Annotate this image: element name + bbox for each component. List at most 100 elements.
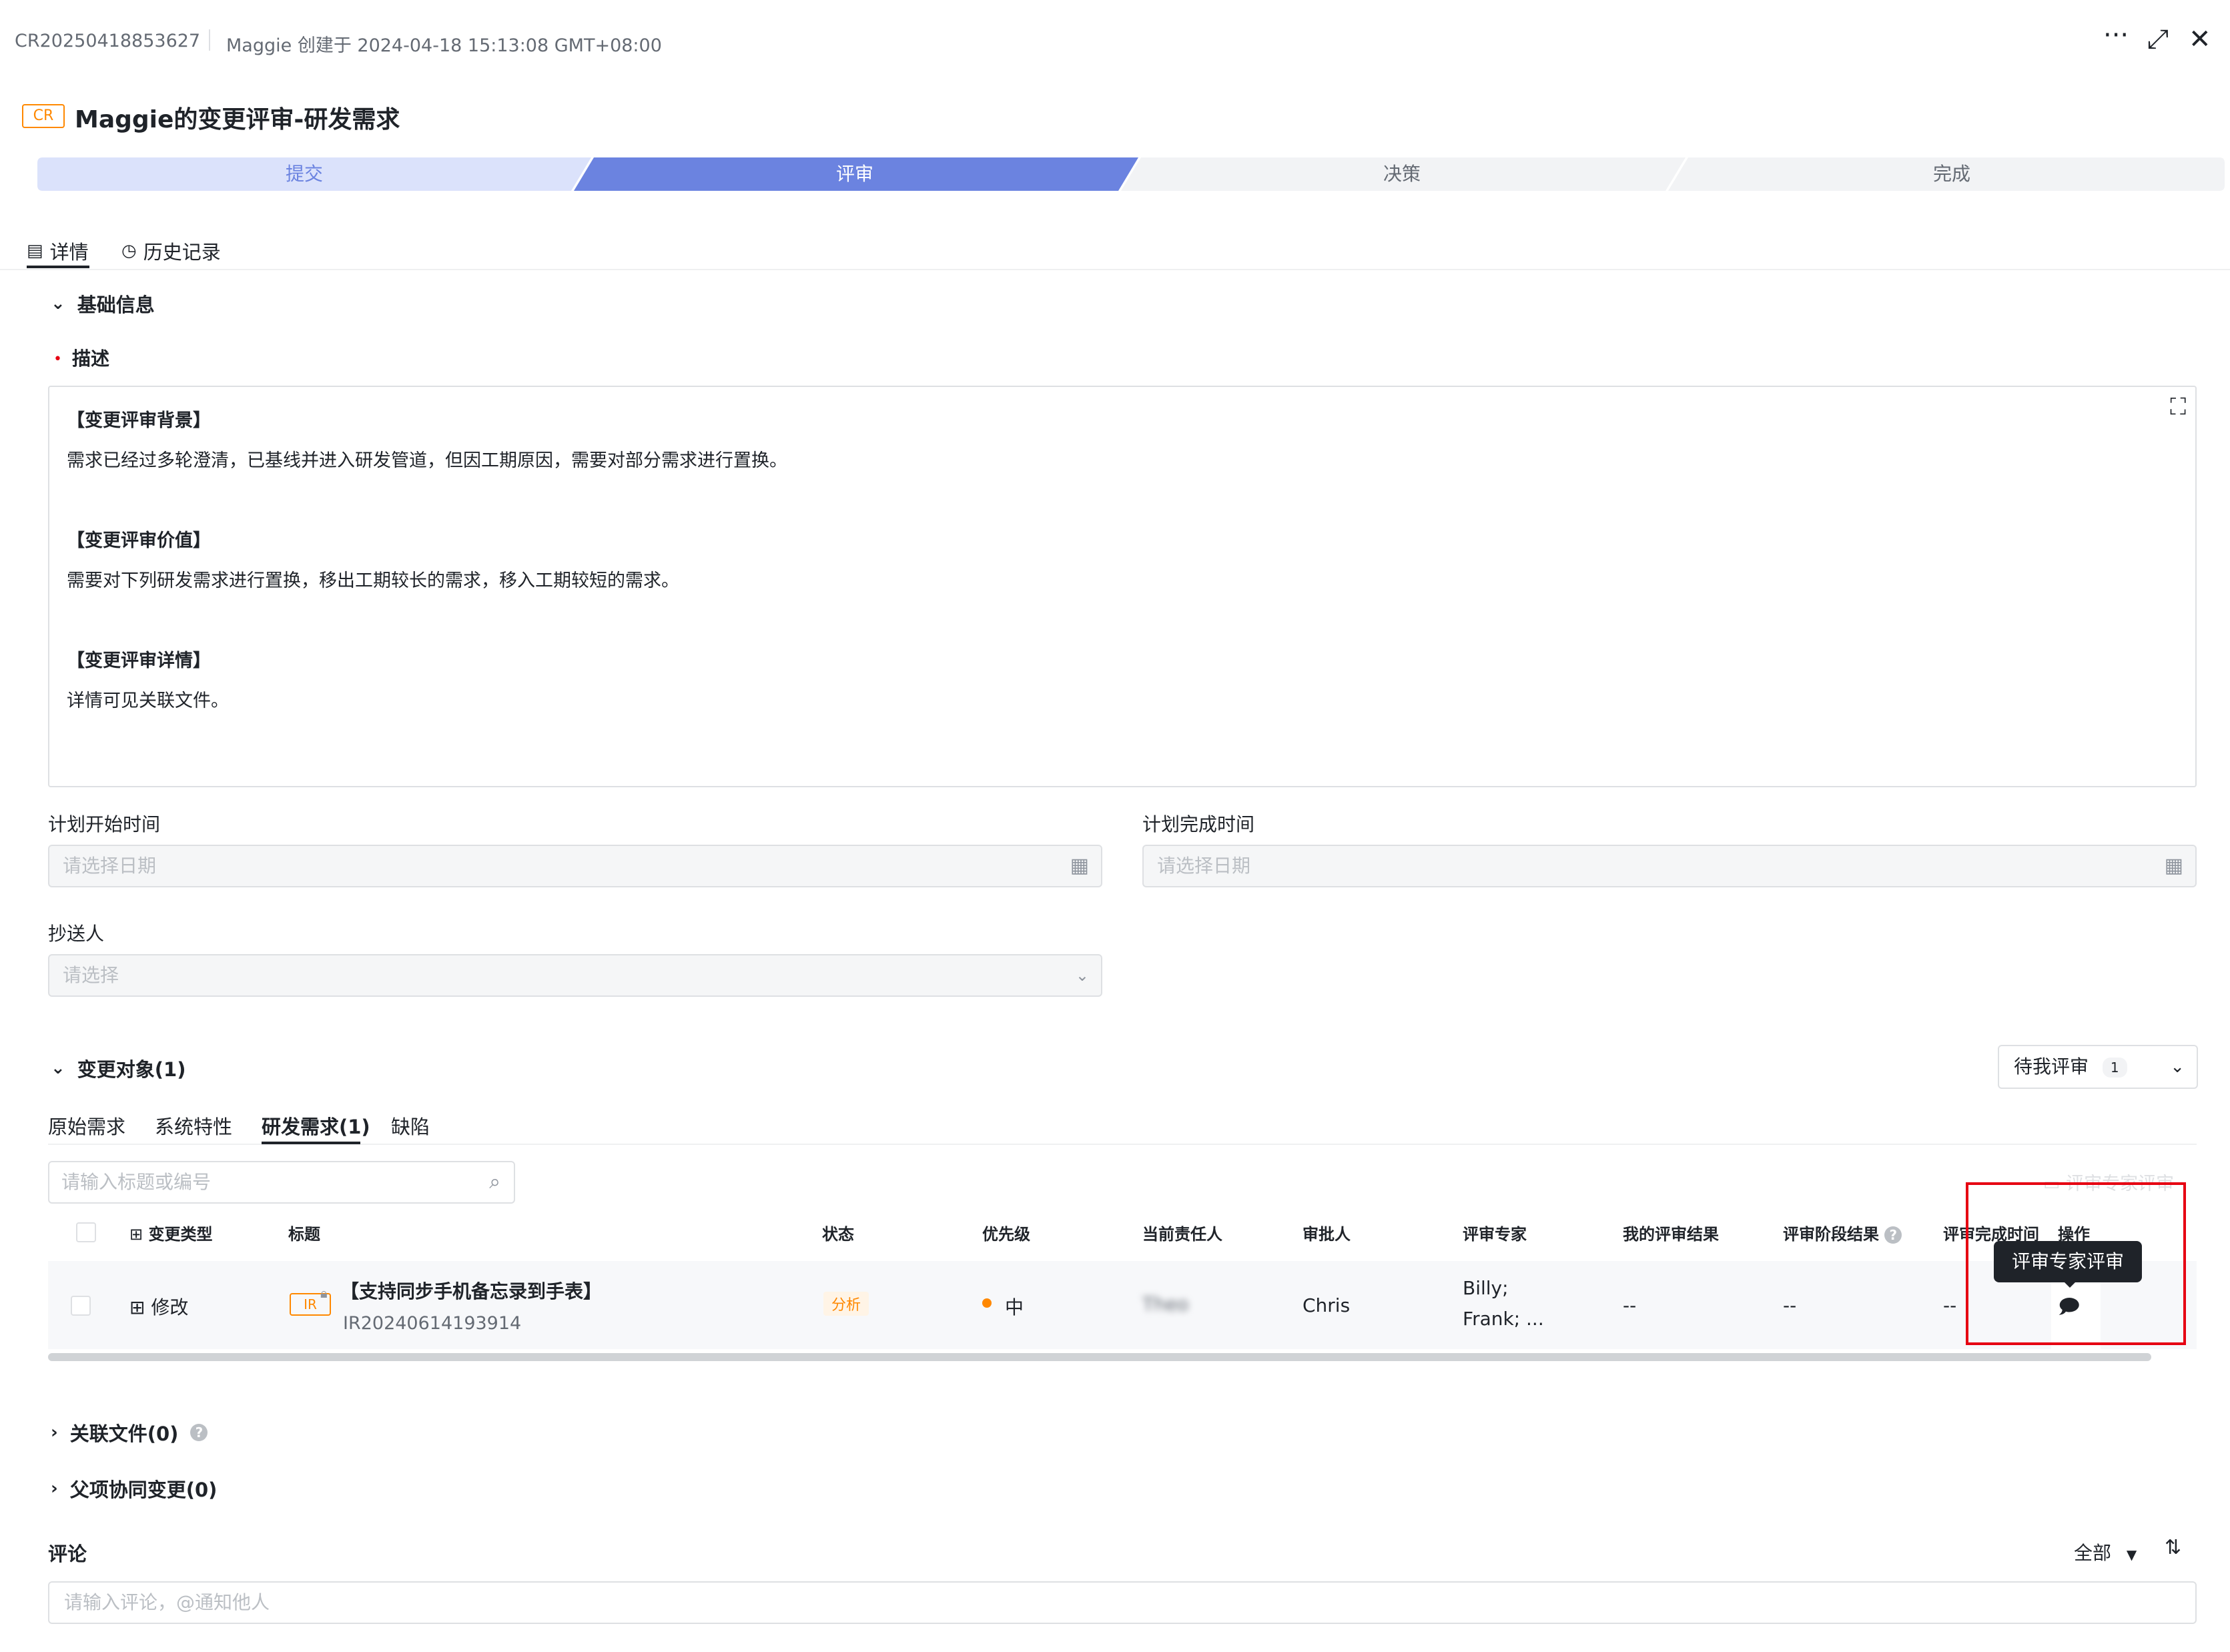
search-input[interactable]: 请输入标题或编号 ⌕ — [48, 1161, 515, 1204]
change-objects-header[interactable]: ⌄ 变更对象(1) — [51, 1054, 185, 1082]
basic-info-title: 基础信息 — [77, 294, 155, 316]
row-change-type: ⊞ 修改 — [129, 1293, 188, 1320]
comment-input[interactable]: 请输入评论，@通知他人 — [48, 1581, 2197, 1624]
chevron-down-icon: ⌄ — [51, 1058, 65, 1078]
chevron-right-icon: › — [51, 1479, 58, 1499]
clock-icon: ◷ — [121, 241, 137, 261]
plus-square-icon: ⊞ — [129, 1225, 143, 1244]
page-title: Maggie的变更评审-研发需求 — [75, 106, 400, 133]
col-owner: 当前责任人 — [1142, 1225, 1222, 1244]
row-my-result: -- — [1623, 1294, 1637, 1316]
tab-history-label: 历史记录 — [143, 241, 221, 264]
plan-end-date-input[interactable]: 请选择日期 ▦ — [1142, 845, 2197, 887]
row-experts-line2: Frank; ... — [1463, 1308, 1544, 1330]
parent-changes-header[interactable]: › 父项协同变更(0) — [51, 1475, 217, 1503]
search-icon[interactable]: ⌕ — [489, 1162, 500, 1202]
calendar-icon: ▦ — [1070, 854, 1089, 877]
step-review[interactable]: 评审 — [585, 157, 1125, 191]
active-subtab-underline — [262, 1142, 360, 1144]
row-finish-time: -- — [1943, 1294, 1957, 1316]
chevron-down-icon: ⌄ — [2170, 1057, 2185, 1077]
col-change-type[interactable]: ⊞ 变更类型 — [129, 1221, 212, 1244]
desc-heading-value: 【变更评审价值】 — [67, 530, 211, 551]
related-files-header[interactable]: › 关联文件(0) ? — [51, 1418, 208, 1447]
subtab-divider — [48, 1144, 2197, 1145]
basic-info-header[interactable]: ⌄ 基础信息 — [51, 290, 155, 318]
close-icon[interactable]: ✕ — [2189, 24, 2211, 55]
row-priority: 中 — [1005, 1296, 1024, 1318]
col-my-result: 我的评审结果 — [1623, 1225, 1719, 1244]
col-status: 状态 — [822, 1225, 854, 1244]
cc-placeholder: 请选择 — [63, 964, 119, 986]
desc-heading-detail: 【变更评审详情】 — [67, 651, 211, 671]
chevron-down-icon: ⌄ — [51, 294, 65, 314]
review-filter-value: 待我评审 — [2014, 1056, 2089, 1078]
help-icon[interactable]: ? — [1884, 1226, 1902, 1244]
fullscreen-icon[interactable]: ⛶ — [2170, 394, 2186, 420]
calendar-icon: ▦ — [2164, 854, 2183, 877]
row-experts-line1: Billy; — [1463, 1277, 1509, 1299]
more-icon[interactable]: ··· — [2103, 20, 2129, 51]
plan-start-label: 计划开始时间 — [48, 813, 161, 835]
col-title: 标题 — [288, 1225, 320, 1244]
tab-detail-label: 详情 — [49, 241, 89, 264]
cr-type-tag: CR — [22, 104, 65, 128]
chevron-right-icon: › — [51, 1422, 58, 1442]
desc-text-value: 需要对下列研发需求进行置换，移出工期较长的需求，移入工期较短的需求。 — [67, 570, 679, 591]
priority-dot-icon — [982, 1298, 992, 1308]
row-code[interactable]: IR20240614193914 — [343, 1313, 521, 1334]
progress-steps: 提交 评审 决策 完成 — [37, 157, 2225, 191]
plan-start-date-input[interactable]: 请选择日期 ▦ — [48, 845, 1102, 887]
lock-icon: 🔒︎ — [320, 1285, 328, 1301]
chevron-down-icon: ⌄ — [1075, 966, 1089, 985]
row-checkbox[interactable] — [71, 1296, 91, 1316]
col-experts: 评审专家 — [1463, 1225, 1527, 1244]
step-complete[interactable]: 完成 — [1679, 157, 2225, 191]
comment-placeholder: 请输入评论，@通知他人 — [64, 1591, 270, 1613]
step-submit[interactable]: 提交 — [37, 157, 571, 191]
col-stage-result-label: 评审阶段结果 — [1783, 1225, 1879, 1244]
description-editor[interactable]: 【变更评审背景】 需求已经过多轮澄清，已基线并进入研发管道，但因工期原因，需要对… — [48, 386, 2197, 787]
cc-select[interactable]: 请选择 ⌄ — [48, 954, 1102, 997]
col-stage-result: 评审阶段结果 ? — [1783, 1221, 1902, 1244]
tab-divider — [0, 269, 2230, 270]
row-owner: Theo — [1142, 1293, 1189, 1315]
subtab-original-req[interactable]: 原始需求 — [48, 1112, 125, 1140]
tab-detail[interactable]: ▤ 详情 — [27, 237, 89, 265]
select-all-checkbox[interactable] — [76, 1222, 96, 1242]
search-placeholder: 请输入标题或编号 — [61, 1171, 212, 1193]
comments-filter[interactable]: 全部 ▼ — [2074, 1539, 2137, 1565]
highlight-box — [1966, 1182, 2186, 1345]
expand-icon[interactable]: ⤢ — [2147, 24, 2169, 55]
col-change-type-label: 变更类型 — [148, 1225, 213, 1244]
parent-changes-title: 父项协同变更(0) — [69, 1479, 218, 1501]
description-label: 描述 — [72, 348, 110, 370]
created-info: Maggie 创建于 2024-04-18 15:13:08 GMT+08:00 — [226, 35, 662, 56]
change-objects-title: 变更对象(1) — [77, 1058, 186, 1081]
plan-end-label: 计划完成时间 — [1142, 813, 1255, 835]
document-icon: ▤ — [27, 241, 43, 261]
desc-text-detail: 详情可见关联文件。 — [67, 691, 229, 711]
help-icon[interactable]: ? — [190, 1424, 208, 1441]
related-files-title: 关联文件(0) — [69, 1422, 179, 1445]
plan-start-placeholder: 请选择日期 — [63, 855, 157, 877]
col-priority: 优先级 — [982, 1225, 1030, 1244]
review-filter-select[interactable]: 待我评审 1 ⌄ — [1998, 1045, 2198, 1089]
subtab-system-feature[interactable]: 系统特性 — [155, 1112, 232, 1140]
required-mark-icon: • — [53, 351, 62, 368]
horizontal-scrollbar[interactable] — [48, 1353, 2151, 1361]
row-change-type-label: 修改 — [151, 1296, 189, 1318]
header-divider — [209, 29, 210, 51]
desc-text-background: 需求已经过多轮澄清，已基线并进入研发管道，但因工期原因，需要对部分需求进行置换。 — [67, 450, 787, 471]
subtab-defect[interactable]: 缺陷 — [391, 1112, 430, 1140]
col-approver: 审批人 — [1303, 1225, 1351, 1244]
table-row[interactable] — [48, 1261, 2197, 1349]
sort-icon[interactable]: ⇅ — [2165, 1536, 2181, 1559]
plan-end-placeholder: 请选择日期 — [1157, 855, 1251, 877]
comments-title: 评论 — [48, 1543, 87, 1565]
subtab-dev-req[interactable]: 研发需求(1) — [262, 1112, 370, 1140]
step-decision[interactable]: 决策 — [1132, 157, 1672, 191]
desc-heading-background: 【变更评审背景】 — [67, 410, 211, 431]
tab-history[interactable]: ◷ 历史记录 — [121, 237, 221, 265]
row-title[interactable]: 【支持同步手机备忘录到手表】 — [340, 1277, 602, 1304]
